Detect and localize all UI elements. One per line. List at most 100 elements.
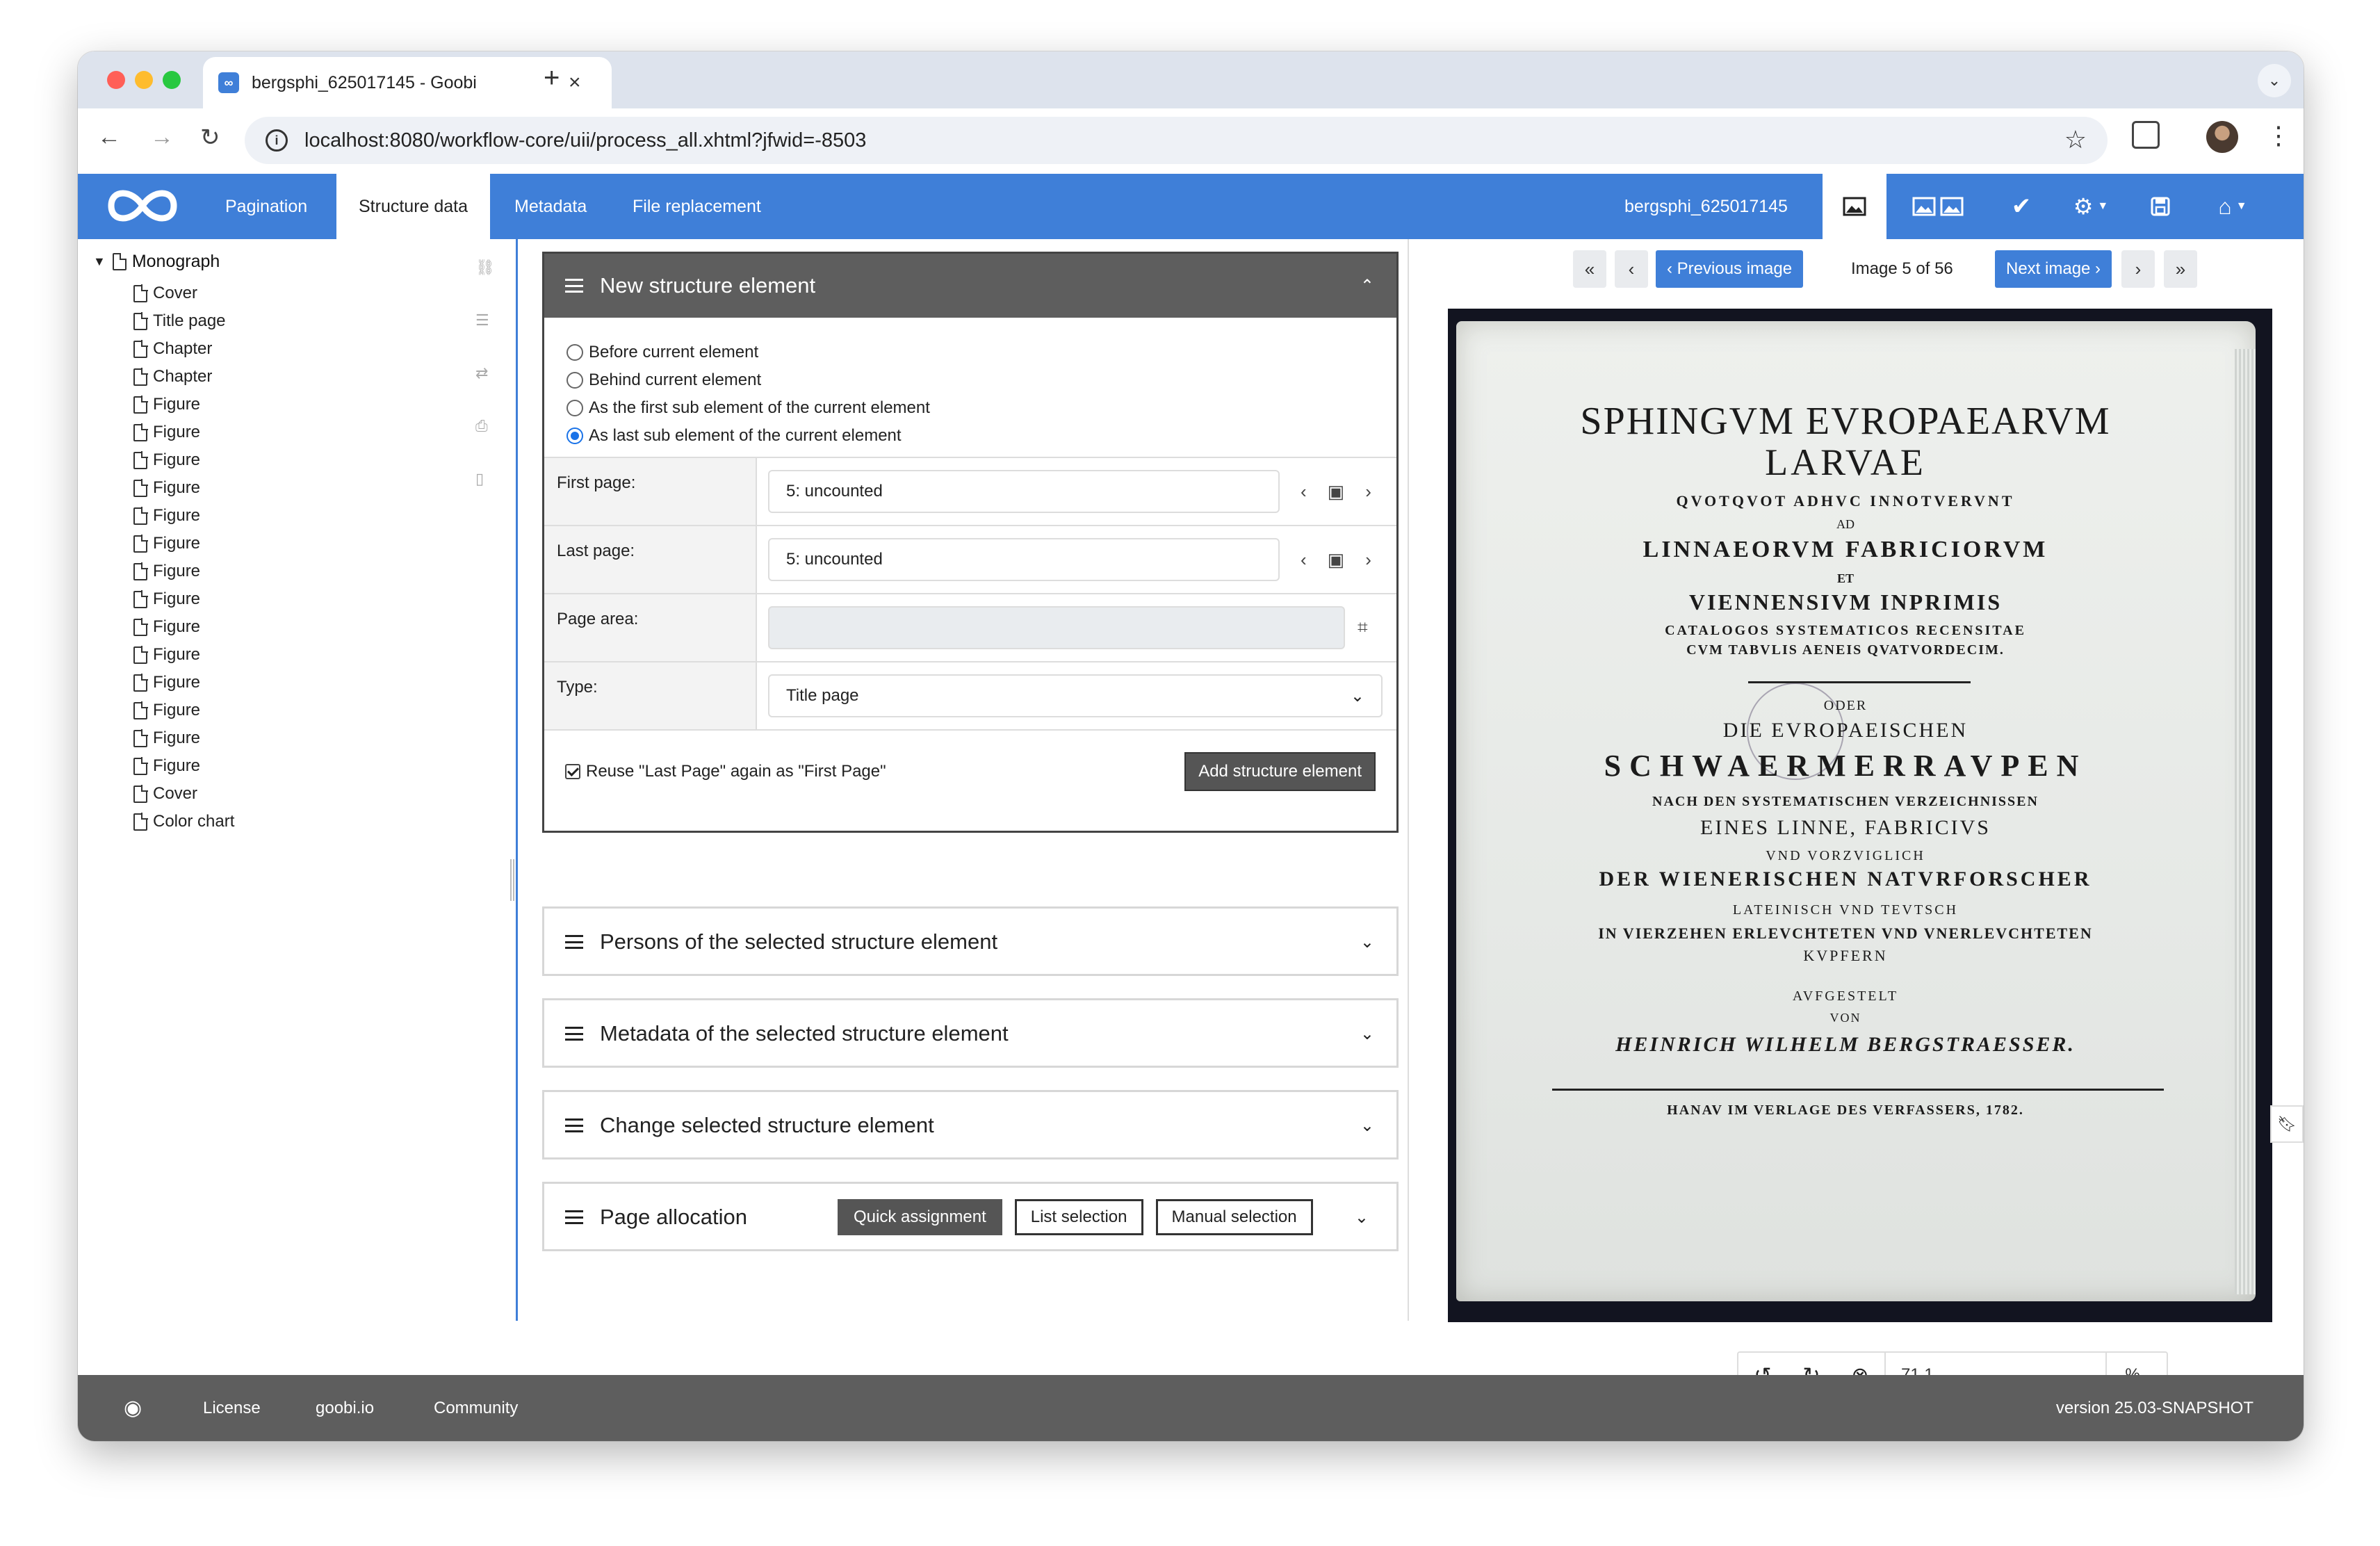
radio-option[interactable]: Before current element (567, 339, 1374, 366)
bookmark-icon[interactable]: 🔖︎ (2270, 1105, 2304, 1143)
radio-button-selected[interactable] (567, 428, 583, 444)
chevron-down-icon[interactable]: ⌄ (1360, 932, 1374, 952)
print-icon[interactable]: ⎙ (475, 417, 495, 435)
tree-item[interactable]: Chapter (133, 335, 234, 363)
github-icon[interactable]: ◉ (124, 1375, 142, 1441)
first-page-input[interactable]: 5: uncounted (768, 470, 1280, 513)
last-page-input[interactable]: 5: uncounted (768, 538, 1280, 581)
chevron-down-icon[interactable]: ⌄ (1360, 1116, 1374, 1136)
home-icon[interactable]: ⌂ ▼ (2191, 174, 2274, 239)
tree-item[interactable]: Figure (133, 585, 234, 613)
quick-assignment-button[interactable]: Quick assignment (838, 1199, 1002, 1235)
tab-file-replacement[interactable]: File replacement (610, 174, 783, 239)
panel-header[interactable]: Persons of the selected structure elemen… (544, 909, 1396, 975)
persons-panel[interactable]: Persons of the selected structure elemen… (542, 906, 1399, 976)
change-element-panel[interactable]: Change selected structure element ⌄ (542, 1090, 1399, 1160)
tab-pagination[interactable]: Pagination (203, 174, 329, 239)
tree-item[interactable]: Figure (133, 530, 234, 558)
tab-search-chevron-icon[interactable]: ⌄ (2258, 64, 2291, 97)
back-arrow-icon[interactable]: ← (97, 124, 121, 151)
forward-arrow-icon[interactable]: → (150, 124, 174, 151)
url-field[interactable]: i localhost:8080/workflow-core/uii/proce… (245, 117, 2108, 164)
tree-item[interactable]: Figure (133, 391, 234, 418)
chevron-down-icon[interactable]: ⌄ (1355, 1207, 1369, 1228)
new-tab-icon[interactable]: + (544, 63, 560, 94)
radio-option[interactable]: As the first sub element of the current … (567, 394, 1374, 422)
previous-image-button[interactable]: ‹ Previous image (1656, 250, 1804, 288)
next-chevron-button[interactable]: › (2121, 250, 2155, 288)
license-link[interactable]: License (203, 1375, 261, 1441)
tab-close-icon[interactable]: × (569, 71, 581, 95)
panel-header[interactable]: Metadata of the selected structure eleme… (544, 1000, 1396, 1067)
radio-option[interactable]: As last sub element of the current eleme… (567, 422, 1374, 450)
browser-menu-icon[interactable]: ⋮ (2266, 121, 2291, 150)
type-select[interactable]: Title page ⌄ (768, 674, 1383, 717)
tree-item[interactable]: Figure (133, 724, 234, 752)
list-icon[interactable]: ☰ (475, 311, 495, 329)
metadata-panel[interactable]: Metadata of the selected structure eleme… (542, 998, 1399, 1068)
splitter-handle[interactable] (510, 859, 514, 901)
bookmark-star-icon[interactable]: ☆ (2064, 125, 2087, 154)
last-image-button[interactable]: » (2164, 250, 2197, 288)
tree-item[interactable]: Figure (133, 474, 234, 502)
extensions-icon[interactable] (2132, 121, 2160, 149)
tree-item[interactable]: Figure (133, 502, 234, 530)
list-selection-button[interactable]: List selection (1014, 1199, 1143, 1235)
tree-item[interactable]: Figure (133, 446, 234, 474)
chevron-down-icon[interactable]: ⌄ (1360, 1024, 1374, 1044)
scanned-page-image[interactable]: SPHINGVM EVROPAEARVM LARVAE QVOTQVOT ADH… (1448, 309, 2272, 1322)
community-link[interactable]: Community (434, 1375, 518, 1441)
tree-item[interactable]: Figure (133, 641, 234, 669)
reuse-checkbox[interactable] (565, 764, 580, 779)
radio-button[interactable] (567, 400, 583, 416)
minimize-window-button[interactable] (135, 71, 153, 89)
gear-icon[interactable]: ⚙ ▼ (2052, 174, 2130, 239)
chevron-left-icon[interactable]: ‹ (1301, 549, 1307, 571)
crop-icon[interactable]: ⌗ (1358, 617, 1368, 639)
tab-metadata[interactable]: Metadata (492, 174, 609, 239)
caret-down-icon[interactable]: ▼ (93, 254, 106, 269)
radio-option[interactable]: Behind current element (567, 366, 1374, 394)
tree-item[interactable]: Figure (133, 752, 234, 780)
panel-header[interactable]: New structure element ⌃ (544, 254, 1396, 318)
swap-icon[interactable]: ⇄ (475, 364, 495, 382)
tree-item[interactable]: Color chart (133, 808, 234, 836)
chevron-up-icon[interactable]: ⌃ (1360, 276, 1374, 296)
tree-item[interactable]: Figure (133, 669, 234, 697)
radio-button[interactable] (567, 372, 583, 389)
radio-button[interactable] (567, 344, 583, 361)
tree-item[interactable]: Chapter (133, 363, 234, 391)
link-icon[interactable]: ⛓ (475, 259, 495, 277)
image-icon[interactable]: ▣ (1328, 481, 1345, 503)
tree-item[interactable]: Figure (133, 613, 234, 641)
chevron-right-icon[interactable]: › (1365, 481, 1371, 503)
profile-avatar[interactable] (2206, 121, 2238, 153)
previous-chevron-button[interactable]: ‹ (1615, 250, 1648, 288)
tree-item[interactable]: Cover (133, 279, 234, 307)
chevron-right-icon[interactable]: › (1365, 549, 1371, 571)
save-button[interactable] (2130, 174, 2191, 239)
tree-item[interactable]: Figure (133, 558, 234, 585)
checkmark-icon[interactable]: ✔ (1991, 174, 2052, 239)
image-icon[interactable]: ▣ (1328, 549, 1345, 571)
maximize-window-button[interactable] (163, 71, 181, 89)
site-info-icon[interactable]: i (266, 129, 288, 152)
manual-selection-button[interactable]: Manual selection (1155, 1199, 1313, 1235)
panel-header[interactable]: Change selected structure element ⌄ (544, 1092, 1396, 1159)
reload-icon[interactable]: ↻ (200, 124, 220, 152)
panel-header[interactable]: Page allocation Quick assignment List se… (544, 1184, 1396, 1251)
single-image-button[interactable] (1823, 174, 1886, 239)
next-image-button[interactable]: Next image › (1995, 250, 2112, 288)
tree-item[interactable]: Figure (133, 697, 234, 724)
goobi-link[interactable]: goobi.io (316, 1375, 374, 1441)
tab-structure-data[interactable]: Structure data (336, 174, 491, 239)
chevron-left-icon[interactable]: ‹ (1301, 481, 1307, 503)
tree-item[interactable]: Cover (133, 780, 234, 808)
dual-image-button[interactable] (1886, 174, 1991, 239)
tree-item[interactable]: Figure (133, 418, 234, 446)
pdf-icon[interactable]: ▯ (475, 470, 495, 488)
first-image-button[interactable]: « (1573, 250, 1606, 288)
add-structure-element-button[interactable]: Add structure element (1184, 752, 1376, 791)
tree-root-monograph[interactable]: ▼ Monograph (93, 252, 220, 272)
close-window-button[interactable] (107, 71, 125, 89)
